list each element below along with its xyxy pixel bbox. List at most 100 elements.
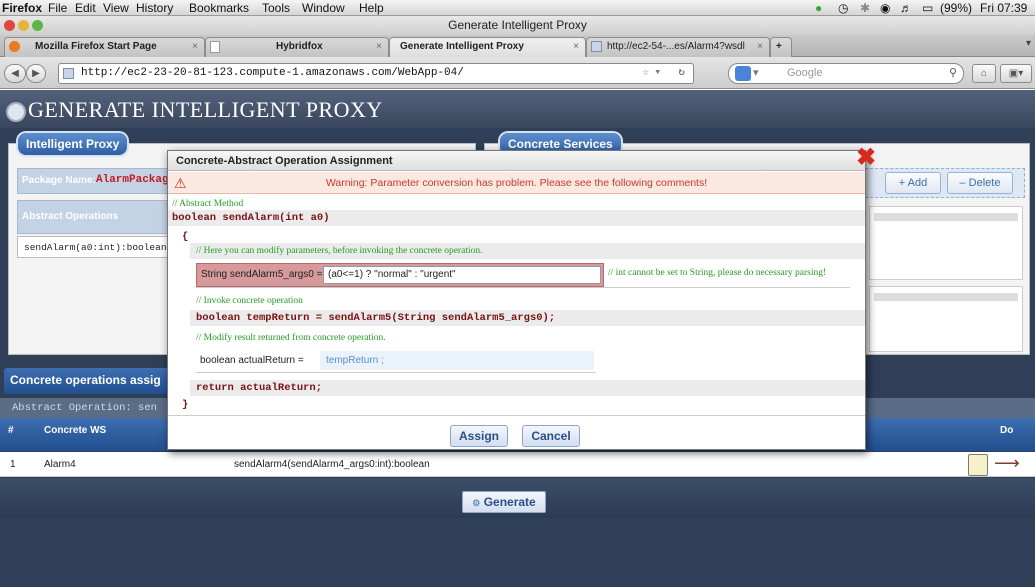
package-name-value[interactable]: AlarmPackage	[96, 174, 175, 186]
new-tab-button[interactable]: +	[770, 37, 792, 57]
row-concrete-ws: Alarm4	[44, 459, 76, 470]
assign-button[interactable]: Assign	[450, 425, 508, 447]
concrete-assign-header: Concrete operations assig	[4, 368, 184, 394]
search-placeholder: Google	[787, 67, 823, 79]
back-button[interactable]: ◀	[4, 64, 26, 83]
tab-list-icon[interactable]: ▾	[1026, 38, 1031, 49]
warning-bar: ⚠ Warning: Parameter conversion has prob…	[168, 172, 865, 194]
tab-close-icon[interactable]: ×	[192, 38, 198, 56]
generate-button[interactable]: ⚙ Generate	[462, 491, 546, 513]
edit-note-icon[interactable]	[968, 454, 988, 476]
window-titlebar: Generate Intelligent Proxy	[0, 16, 1035, 35]
tab-generate-proxy[interactable]: Generate Intelligent Proxy ×	[389, 37, 586, 57]
arrow-right-icon[interactable]: ⟶	[994, 452, 1020, 474]
reload-icon[interactable]: ↻	[678, 64, 685, 83]
tab-label: Mozilla Firefox Start Page	[35, 41, 157, 52]
dropdown-icon[interactable]: ▾	[654, 64, 661, 83]
col-do: Do	[1000, 425, 1014, 436]
minimize-window-icon[interactable]	[18, 20, 29, 31]
tab-label: http://ec2-54-...es/Alarm4?wsdl	[607, 41, 745, 52]
result-label: boolean actualReturn =	[200, 355, 304, 366]
tab-alarm4-wsdl[interactable]: http://ec2-54-...es/Alarm4?wsdl ×	[586, 37, 770, 57]
home-button[interactable]: ⌂	[972, 64, 996, 83]
tab-bar: Mozilla Firefox Start Page × Hybridfox ×…	[0, 35, 1035, 57]
service-list-2[interactable]	[869, 286, 1023, 352]
method-signature-row: boolean sendAlarm(int a0)	[168, 210, 865, 226]
menu-history[interactable]: History	[136, 1, 173, 15]
open-brace: {	[182, 231, 189, 243]
tab-close-icon[interactable]: ×	[573, 38, 579, 56]
menu-view[interactable]: View	[103, 1, 129, 15]
table-row[interactable]: 1 Alarm4 sendAlarm4(sendAlarm4_args0:int…	[0, 452, 1035, 477]
dialog-title: Concrete-Abstract Operation Assignment	[168, 151, 865, 171]
menu-edit[interactable]: Edit	[75, 1, 96, 15]
param-error-comment: // int cannot be set to String, please d…	[608, 268, 827, 278]
battery-icon[interactable]: ▭	[922, 1, 933, 15]
forward-button[interactable]: ▶	[26, 64, 46, 83]
menu-window[interactable]: Window	[302, 1, 345, 15]
modify-params-comment-row: // Here you can modify parameters, befor…	[190, 243, 865, 259]
close-window-icon[interactable]	[4, 20, 15, 31]
menu-file[interactable]: File	[48, 1, 67, 15]
wifi-icon[interactable]: ◉	[880, 1, 890, 15]
volume-icon[interactable]: ♬	[900, 1, 912, 15]
menubar-clock[interactable]: Fri 07:39	[980, 1, 1027, 15]
row-operation: sendAlarm4(sendAlarm4_args0:int):boolean	[234, 459, 430, 470]
tab-label: Generate Intelligent Proxy	[400, 41, 524, 52]
menu-app-name[interactable]: Firefox	[2, 1, 42, 15]
bluetooth-icon[interactable]: ✱	[860, 1, 870, 15]
abstract-operation-item[interactable]: sendAlarm(a0:int):boolean	[17, 236, 177, 258]
cancel-button[interactable]: Cancel	[522, 425, 580, 447]
invoke-comment: // Invoke concrete operation	[196, 296, 303, 306]
param-expression-value: (a0<=1) ? "normal" : "urgent"	[328, 269, 456, 280]
abstract-operation-label: sendAlarm(a0:int):boolean	[24, 242, 167, 253]
window-title: Generate Intelligent Proxy	[448, 18, 587, 32]
star-icon[interactable]: ☆	[642, 64, 649, 83]
result-expression-input[interactable]: tempReturn ;	[320, 351, 594, 370]
result-expression-value: tempReturn ;	[326, 355, 384, 366]
url-bar[interactable]: http://ec2-23-20-81-123.compute-1.amazon…	[58, 63, 694, 84]
invoke-line: boolean tempReturn = sendAlarm5(String s…	[196, 312, 556, 324]
col-concrete-ws: Concrete WS	[44, 425, 107, 436]
time-machine-icon[interactable]: ◷	[838, 1, 848, 15]
search-icon[interactable]: ⚲	[949, 64, 957, 83]
package-name-label: Package Name:	[22, 175, 96, 186]
tab-close-icon[interactable]: ×	[376, 38, 382, 56]
return-line: return actualReturn;	[196, 382, 323, 394]
page-title: GENERATE INTELLIGENT PROXY	[28, 97, 383, 122]
result-row: boolean actualReturn = tempReturn ;	[196, 349, 596, 373]
abstract-operations-label: Abstract Operations	[22, 211, 119, 222]
package-name-row: Package Name: AlarmPackage	[17, 168, 177, 194]
service-list-1[interactable]	[869, 206, 1023, 280]
tab-firefox-start[interactable]: Mozilla Firefox Start Page ×	[4, 37, 205, 57]
menu-help[interactable]: Help	[359, 1, 384, 15]
close-dialog-icon[interactable]: ✖	[856, 146, 876, 170]
concrete-assign-title: Concrete operations assig	[10, 373, 161, 387]
menu-tools[interactable]: Tools	[262, 1, 290, 15]
tab-close-icon[interactable]: ×	[757, 38, 763, 56]
search-input[interactable]: ▾ Google ⚲	[728, 63, 964, 84]
warning-icon: ⚠	[174, 175, 187, 191]
site-icon	[63, 68, 74, 79]
bookmarks-menu-button[interactable]: ▣▾	[1000, 64, 1032, 83]
param-row: String sendAlarm5_args0 = (a0<=1) ? "nor…	[196, 263, 604, 287]
page-icon	[210, 41, 220, 53]
wsdl-icon	[591, 41, 602, 52]
tab-hybridfox[interactable]: Hybridfox ×	[205, 37, 389, 57]
google-icon[interactable]	[735, 66, 751, 81]
param-expression-input[interactable]: (a0<=1) ? "normal" : "urgent"	[323, 266, 601, 284]
abstract-operation-text: Abstract Operation: sen	[12, 402, 157, 414]
close-brace: }	[182, 399, 189, 411]
firefox-icon	[9, 41, 20, 52]
navigation-bar: ◀ ▶ http://ec2-23-20-81-123.compute-1.am…	[0, 57, 1035, 89]
intelligent-proxy-tab[interactable]: Intelligent Proxy	[18, 133, 128, 155]
delete-button[interactable]: – Delete	[947, 172, 1013, 194]
sync-icon[interactable]: ●	[815, 1, 822, 15]
add-button[interactable]: + Add	[885, 172, 941, 194]
zoom-window-icon[interactable]	[32, 20, 43, 31]
param-label: String sendAlarm5_args0 =	[201, 269, 323, 280]
search-engine-dropdown-icon[interactable]: ▾	[753, 64, 759, 83]
abstract-operations-header: Abstract Operations	[17, 200, 177, 234]
invoke-row: boolean tempReturn = sendAlarm5(String s…	[190, 310, 865, 326]
menu-bookmarks[interactable]: Bookmarks	[189, 1, 249, 15]
